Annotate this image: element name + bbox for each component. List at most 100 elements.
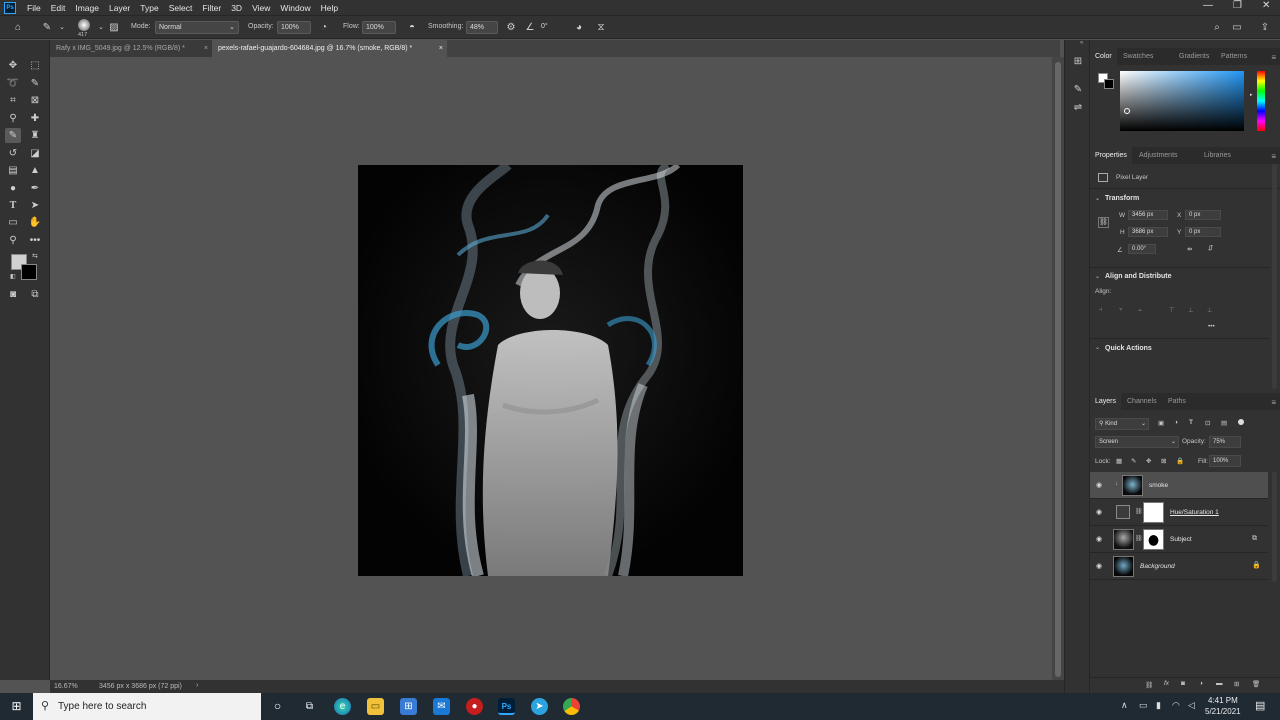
marquee-tool-icon[interactable]: ⬚ [27,58,43,73]
frame-tool-icon[interactable]: ⊠ [27,93,43,108]
visibility-eye-icon[interactable]: ◉ [1096,508,1102,516]
quick-select-tool-icon[interactable]: ✎ [27,76,43,91]
windows-start-icon[interactable]: ⊞ [8,698,25,715]
collapse-chevron-icon[interactable]: ⌄ [1095,273,1100,280]
opacity-input[interactable]: 100% [277,21,311,34]
smoothing-input[interactable]: 48% [466,21,498,34]
menu-edit[interactable]: Edit [46,3,71,13]
menu-filter[interactable]: Filter [197,3,226,13]
hand-tool-icon[interactable]: ✋ [27,215,43,230]
gradient-tool-icon[interactable]: ▤ [5,163,21,178]
document-tab-rafy[interactable]: Rafy x IMG_5049.jpg @ 12.5% (RGB/8) * × [50,40,212,57]
align-bottom-icon[interactable]: ⊥ [1207,306,1213,314]
panel-menu-icon[interactable]: ≡ [1271,53,1276,62]
symmetry-icon[interactable]: ⧖ [594,21,608,35]
document-canvas[interactable] [358,165,743,576]
menu-layer[interactable]: Layer [104,3,135,13]
link-dimensions-icon[interactable]: ⛓ [1098,217,1109,228]
more-tools-icon[interactable]: ••• [27,233,43,248]
eyedropper-tool-icon[interactable]: ⚲ [5,111,21,126]
menu-select[interactable]: Select [164,3,198,13]
home-icon[interactable]: ⌂ [11,21,25,35]
adjustments-panel-icon[interactable]: ⇌ [1070,100,1086,115]
workspace-icon[interactable]: ▭ [1230,21,1244,35]
share-icon[interactable]: ⇪ [1258,21,1272,35]
battery-icon[interactable]: ▮ [1156,700,1161,711]
filter-type-icon[interactable]: T [1189,419,1193,426]
notifications-icon[interactable]: ▤ [1255,699,1265,712]
lock-pixels-icon[interactable]: ✎ [1131,457,1136,465]
file-explorer-icon[interactable]: ▭ [367,698,384,715]
color-bg-swatch[interactable] [1104,79,1114,89]
close-tab-icon[interactable]: × [439,40,443,57]
hue-slider-marker-icon[interactable]: ▸ [1250,92,1253,98]
lock-transparency-icon[interactable]: ▦ [1116,457,1122,465]
layer-name[interactable]: Background [1140,563,1175,570]
system-tray-chevron-icon[interactable]: ∧ [1121,700,1128,711]
brush-tool-icon[interactable]: ✎ [5,128,21,143]
tab-properties[interactable]: Properties [1090,147,1132,164]
clone-stamp-tool-icon[interactable]: ♜ [27,128,43,143]
swap-colors-icon[interactable]: ⇆ [32,252,38,260]
visibility-eye-icon[interactable]: ◉ [1096,535,1102,543]
default-colors-icon[interactable]: ◧ [10,273,16,280]
new-layer-icon[interactable]: ⊞ [1234,680,1239,688]
microsoft-store-icon[interactable]: ⊞ [400,698,417,715]
move-tool-icon[interactable]: ✥ [5,58,21,73]
align-right-icon[interactable]: ⫠ [1138,306,1142,314]
smoothing-gear-icon[interactable]: ⚙ [504,21,518,35]
brush-settings-icon[interactable]: ▨ [107,21,121,35]
tab-paths[interactable]: Paths [1163,393,1191,410]
tab-layers[interactable]: Layers [1090,393,1122,410]
layer-name[interactable]: Hue/Saturation 1 [1170,509,1219,516]
height-input[interactable]: 3686 px [1128,227,1168,237]
collapse-chevron-icon[interactable]: ⌄ [1095,344,1100,351]
layer-row-background[interactable]: ◉ Background 🔒 [1090,553,1268,580]
layer-name[interactable]: Subject [1170,536,1192,543]
zoom-tool-icon[interactable]: ⚲ [5,233,21,248]
color-picker-cursor[interactable] [1124,108,1130,114]
pressure-opacity-icon[interactable]: ◔ [317,21,331,35]
network-icon[interactable]: ▭ [1139,700,1148,711]
eraser-tool-icon[interactable]: ◪ [27,146,43,161]
lock-artboard-icon[interactable]: ⊠ [1161,457,1166,465]
align-middle-icon[interactable]: ⊥ [1188,306,1194,314]
layer-style-icon[interactable]: fx [1164,680,1169,687]
dodge-tool-icon[interactable]: ● [5,181,21,196]
panel-menu-icon[interactable]: ≡ [1271,398,1276,407]
link-layers-icon[interactable]: ⛓ [1145,681,1153,689]
add-mask-icon[interactable]: ◙ [1181,680,1185,687]
chrome-icon[interactable] [563,698,580,715]
visibility-eye-icon[interactable]: ◉ [1096,481,1102,489]
width-input[interactable]: 3456 px [1128,210,1168,220]
hue-slider[interactable] [1257,71,1265,131]
restore-button[interactable]: ❐ [1233,0,1242,11]
taskbar-search-input[interactable]: ⚲ Type here to search [33,693,261,720]
telegram-icon[interactable]: ➤ [531,698,548,715]
collapse-icon[interactable]: « [1080,40,1083,46]
tab-libraries[interactable]: Libraries [1199,147,1236,164]
rectangle-tool-icon[interactable]: ▭ [5,215,21,230]
delete-layer-icon[interactable]: 🗑 [1252,680,1260,688]
tab-adjustments[interactable]: Adjustments [1134,147,1183,164]
pen-tool-icon[interactable]: ✒ [27,181,43,196]
screen-mode-icon[interactable]: ⧉ [27,287,43,302]
background-color-swatch[interactable] [21,264,37,280]
task-view-icon[interactable]: ⧉ [301,698,318,715]
layer-row-hue-saturation[interactable]: ◉ ⛓ Hue/Saturation 1 [1090,499,1268,526]
layers-scrollbar[interactable] [1272,472,1277,582]
clock-date[interactable]: 5/21/2021 [1205,707,1241,716]
y-input[interactable]: 0 px [1185,227,1221,237]
zoom-level[interactable]: 16.67% [54,683,78,690]
visibility-eye-icon[interactable]: ◉ [1096,562,1102,570]
new-group-icon[interactable]: ▬ [1216,680,1223,687]
fill-input[interactable]: 100% [1209,455,1241,467]
menu-help[interactable]: Help [316,3,343,13]
menu-file[interactable]: File [22,3,46,13]
path-select-tool-icon[interactable]: ➤ [27,198,43,213]
clock-time[interactable]: 4:41 PM [1208,696,1238,705]
x-input[interactable]: 0 px [1185,210,1221,220]
filter-toggle-icon[interactable] [1238,419,1244,425]
brush-picker-chevron-icon[interactable]: ⌄ [94,21,108,35]
volume-icon[interactable]: ◁ [1188,700,1195,711]
